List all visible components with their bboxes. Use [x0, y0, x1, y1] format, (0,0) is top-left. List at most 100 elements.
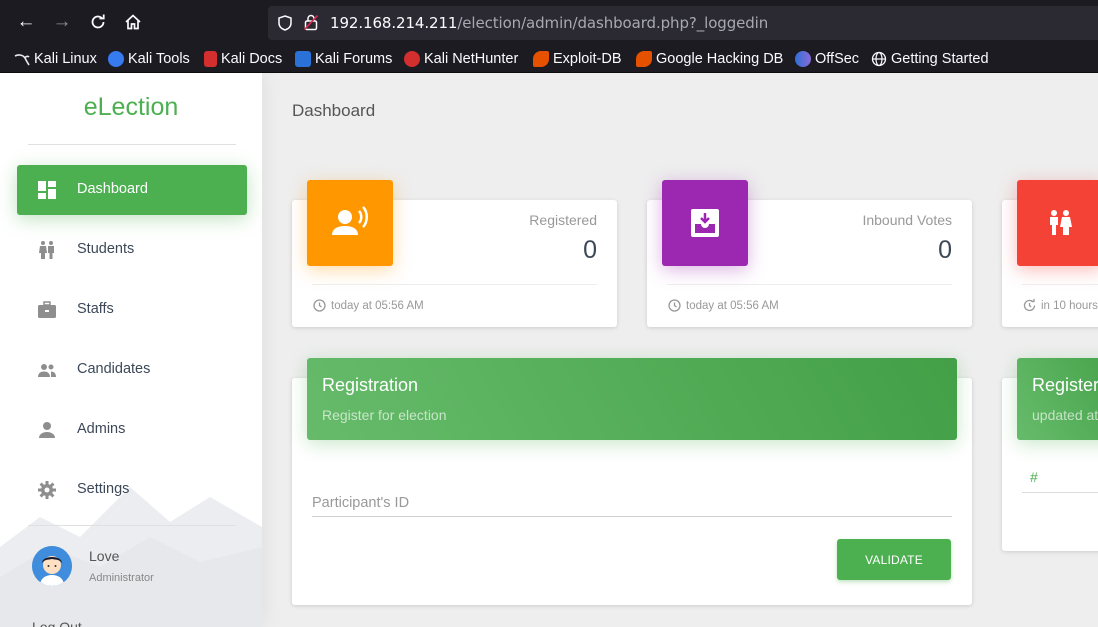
card-footer: today at 05:56 AM [668, 299, 779, 312]
sidebar-item-dashboard[interactable]: Dashboard [17, 165, 247, 215]
browser-toolbar: ← → 192.168.214.211/election/admin/dashb… [0, 0, 1098, 45]
url-text[interactable]: 192.168.214.211/election/admin/dashboard… [330, 14, 768, 32]
update-icon [1023, 299, 1036, 312]
bookmark-ghdb[interactable]: Google Hacking DB [636, 49, 783, 69]
card-divider [667, 284, 952, 285]
card-value: 0 [938, 236, 952, 264]
home-icon[interactable] [122, 11, 144, 33]
bookmark-label: Kali Forums [315, 51, 393, 67]
bookmark-label: Kali Linux [34, 51, 97, 67]
card-footer-text: today at 05:56 AM [686, 299, 779, 312]
card-footer: in 10 hours [1023, 299, 1098, 312]
kali-dragon-icon [14, 51, 30, 67]
sidebar-item-label: Students [77, 241, 135, 257]
card-value: 0 [583, 236, 597, 264]
briefcase-icon [38, 301, 56, 318]
card-icon-box-registered [307, 180, 393, 266]
bookmark-label: OffSec [815, 51, 860, 67]
bookmark-label: Kali Tools [128, 51, 190, 67]
page-title: Dashboard [292, 101, 376, 120]
bookmark-kali-docs[interactable]: Kali Docs [204, 49, 282, 69]
card-footer-text: in 10 hours [1041, 299, 1098, 312]
bookmark-offsec[interactable]: OffSec [795, 49, 859, 69]
sidebar-item-label: Admins [77, 421, 126, 437]
person-icon [39, 422, 55, 438]
offsec-icon [795, 51, 811, 67]
bookmark-label: Exploit-DB [553, 51, 622, 67]
registered-panel-subtitle: updated at [1032, 407, 1098, 423]
card-footer-text: today at 05:56 AM [331, 299, 424, 312]
sidebar-item-label: Candidates [77, 361, 151, 377]
logout-link[interactable]: Log Out [32, 619, 82, 627]
gear-icon [38, 481, 56, 499]
card-icon-box-votes [662, 180, 748, 266]
brand-title[interactable]: eLection [0, 93, 262, 122]
kali-tools-icon [108, 51, 124, 67]
user-name[interactable]: Love [89, 548, 119, 564]
sidebar-item-label: Staffs [77, 301, 114, 317]
sidebar-divider [28, 525, 236, 526]
sidebar-divider [28, 144, 236, 145]
bookmark-label: Kali NetHunter [424, 51, 519, 67]
table-header-hash: # [1030, 469, 1038, 485]
people-icon [1050, 210, 1072, 235]
insecure-lock-icon[interactable] [304, 14, 318, 31]
table-header-divider [1022, 492, 1098, 493]
shield-icon[interactable] [278, 15, 292, 31]
participant-id-input[interactable] [312, 489, 952, 517]
sidebar-item-staffs[interactable]: Staffs [17, 285, 247, 335]
bookmark-exploit-db[interactable]: Exploit-DB [533, 49, 622, 69]
sidebar-item-admins[interactable]: Admins [17, 405, 247, 455]
validate-button[interactable]: VALIDATE [837, 539, 951, 580]
avatar[interactable] [32, 546, 72, 586]
reload-icon[interactable] [87, 11, 109, 33]
back-icon[interactable]: ← [15, 11, 37, 33]
bookmark-kali-nethunter[interactable]: Kali NetHunter [404, 49, 518, 69]
bookmark-kali-forums[interactable]: Kali Forums [295, 49, 392, 69]
url-host: 192.168.214.211 [330, 14, 458, 32]
card-divider [312, 284, 597, 285]
nethunter-icon [404, 51, 420, 67]
dashboard-icon [38, 181, 56, 199]
page-content: eLection Dashboard Students Staffs Candi… [0, 73, 1098, 627]
card-divider [1022, 284, 1098, 285]
registration-panel-header: Registration Register for election [307, 358, 957, 440]
inbox-icon [691, 209, 719, 237]
bookmark-kali-linux[interactable]: Kali Linux [14, 49, 97, 69]
sidebar: eLection Dashboard Students Staffs Candi… [0, 73, 262, 627]
sidebar-item-candidates[interactable]: Candidates [17, 345, 247, 395]
group-icon [38, 364, 56, 377]
globe-icon [871, 51, 887, 67]
kali-docs-icon [204, 51, 217, 67]
bookmark-label: Kali Docs [221, 51, 283, 67]
sidebar-item-label: Settings [77, 481, 130, 497]
registered-panel-header: Registere updated at [1017, 358, 1098, 440]
clock-icon [313, 299, 326, 312]
sidebar-item-label: Dashboard [77, 181, 148, 197]
url-path: /election/admin/dashboard.php?_loggedin [457, 14, 769, 32]
ghdb-icon [636, 51, 652, 67]
card-footer: today at 05:56 AM [313, 299, 424, 312]
forward-icon[interactable]: → [51, 11, 73, 33]
kali-forums-icon [295, 51, 311, 67]
bookmark-label: Getting Started [891, 51, 989, 67]
registration-title: Registration [322, 375, 419, 395]
clock-icon [668, 299, 681, 312]
card-category: Registered [529, 212, 597, 228]
sidebar-background-image [0, 487, 262, 627]
exploit-db-icon [533, 51, 549, 67]
user-role: Administrator [89, 572, 154, 584]
card-category: Inbound Votes [862, 212, 952, 228]
sidebar-item-settings[interactable]: Settings [17, 465, 247, 515]
bookmark-kali-tools[interactable]: Kali Tools [108, 49, 190, 69]
bookmark-getting-started[interactable]: Getting Started [871, 49, 989, 69]
sidebar-item-students[interactable]: Students [17, 225, 247, 275]
url-bar[interactable]: 192.168.214.211/election/admin/dashboard… [268, 6, 1098, 40]
students-icon [39, 241, 54, 259]
record-voice-icon [332, 206, 368, 235]
bookmarks-toolbar: Kali Linux Kali Tools Kali Docs Kali For… [0, 45, 1098, 73]
registration-subtitle: Register for election [322, 407, 447, 423]
registered-panel-title: Registere [1032, 375, 1098, 395]
card-icon-box-third [1017, 180, 1098, 266]
bookmark-label: Google Hacking DB [656, 51, 784, 67]
